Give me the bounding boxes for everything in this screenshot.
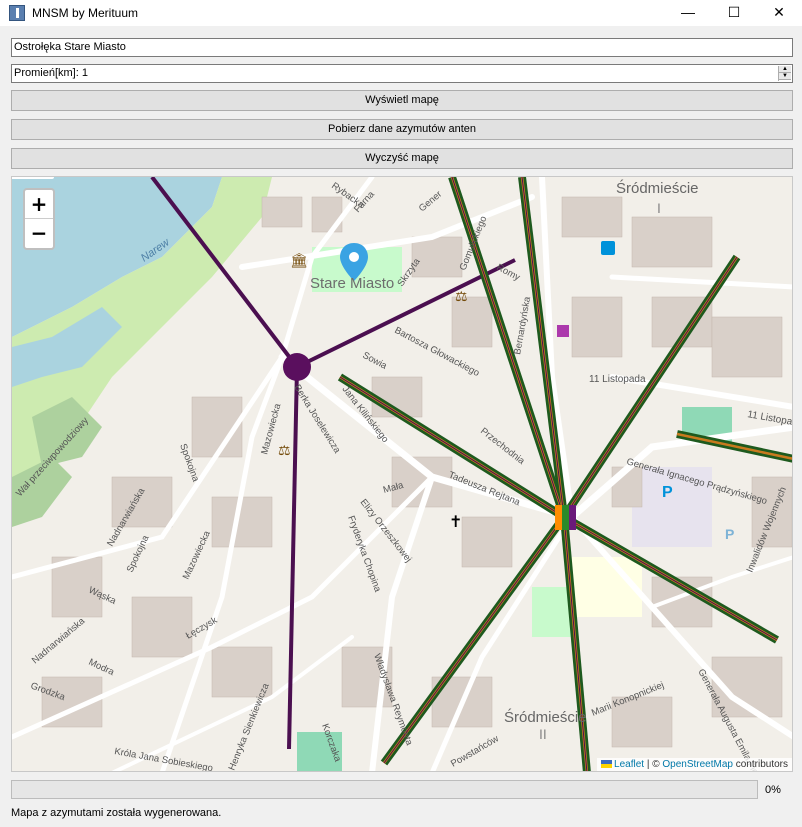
radius-spinbox[interactable]: Promień[km]: 1 ▲ ▼ <box>11 64 793 83</box>
ukraine-flag-icon <box>601 760 613 768</box>
spin-up-icon[interactable]: ▲ <box>779 66 791 73</box>
church-icon: ✝ <box>449 514 462 531</box>
spin-down-icon[interactable]: ▼ <box>779 73 791 80</box>
site-b-marker-green <box>562 505 569 530</box>
museum-icon: 🏛 <box>290 252 308 268</box>
zoom-control: + − <box>23 188 55 250</box>
location-input[interactable]: Ostrołęka Stare Miasto <box>11 38 793 57</box>
site-a-marker[interactable] <box>283 353 311 381</box>
window-title: MNSM by Merituum <box>32 6 139 20</box>
map-attribution: Leaflet | © OpenStreetMap contributors <box>597 758 792 771</box>
courthouse-icon-2: ⚖ <box>278 442 291 458</box>
parking-icon-2: P <box>725 526 734 542</box>
attribution-separator: | © <box>644 759 663 770</box>
parking-icon: P <box>662 484 673 501</box>
courthouse-icon: ⚖ <box>455 288 468 304</box>
app-icon <box>9 5 25 21</box>
clear-map-button[interactable]: Wyczyść mapę <box>11 148 793 169</box>
minimize-button[interactable]: — <box>665 0 711 26</box>
site-b-marker-purple <box>569 505 576 530</box>
show-map-button[interactable]: Wyświetl mapę <box>11 90 793 111</box>
osm-link[interactable]: OpenStreetMap <box>662 759 733 770</box>
label-district-top: Śródmieście <box>616 179 699 197</box>
park-south <box>532 587 572 637</box>
shop-icon <box>557 325 569 337</box>
map-canvas[interactable]: 🏛 ⚖ ✝ P P ⚖ Śródmieście I Śródmieście II… <box>12 177 793 772</box>
spinbox-arrows[interactable]: ▲ ▼ <box>778 66 791 81</box>
progress-label: 0% <box>765 784 781 796</box>
zoom-out-button[interactable]: − <box>25 219 53 248</box>
zoom-in-button[interactable]: + <box>25 190 53 219</box>
label-district-roman-bottom: II <box>539 726 547 742</box>
progress-bar <box>11 780 758 799</box>
status-message: Mapa z azymutami została wygenerowana. <box>11 807 222 819</box>
info-pin-dot <box>349 252 359 262</box>
close-button[interactable]: ✕ <box>756 0 802 26</box>
bus-stop-icon <box>601 241 615 255</box>
map-view[interactable]: 🏛 ⚖ ✝ P P ⚖ Śródmieście I Śródmieście II… <box>11 176 793 772</box>
title-bar: MNSM by Merituum — ☐ ✕ <box>0 0 802 26</box>
label-district-bottom: Śródmieście <box>504 708 587 726</box>
fetch-azimuths-button[interactable]: Pobierz dane azymutów anten <box>11 119 793 140</box>
label-district-roman-top: I <box>657 200 661 216</box>
maximize-button[interactable]: ☐ <box>711 0 757 26</box>
attribution-contributors: contributors <box>732 759 788 770</box>
radius-value: Promień[km]: 1 <box>14 67 88 79</box>
label-old-town: Stare Miasto <box>310 275 394 292</box>
label-st-listopada: 11 Listopada <box>589 374 646 385</box>
leaflet-link[interactable]: Leaflet <box>614 759 644 770</box>
